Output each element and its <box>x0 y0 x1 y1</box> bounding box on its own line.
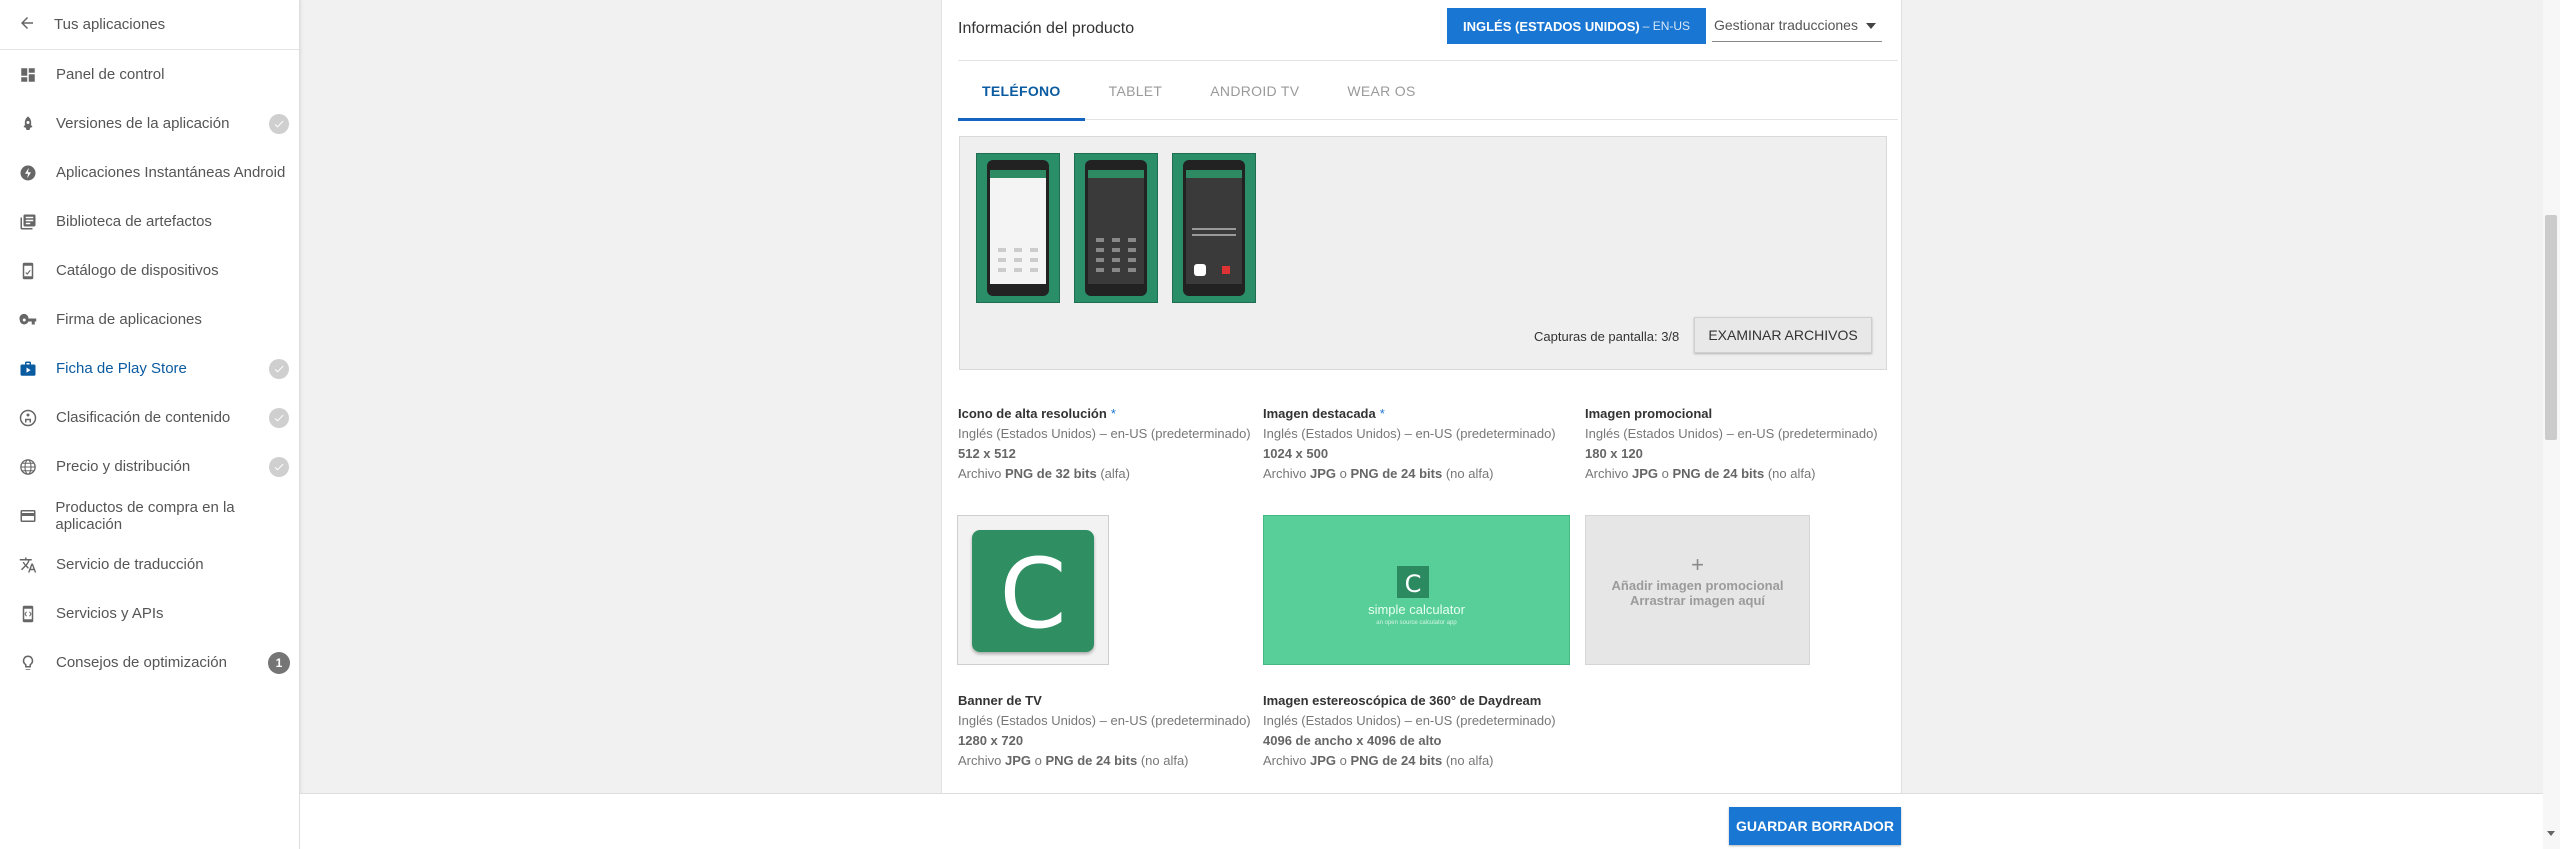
back-to-apps-link[interactable]: Tus aplicaciones <box>0 0 299 50</box>
sidebar-item-pricing-distribution[interactable]: Precio y distribución <box>0 442 299 491</box>
product-info-card: Información del producto INGLÉS (ESTADOS… <box>941 0 1902 793</box>
back-label: Tus aplicaciones <box>54 16 166 33</box>
screenshots-count: Capturas de pantalla: 3/8 <box>1534 329 1680 344</box>
promo-image-info: Imagen promocional Inglés (Estados Unido… <box>1585 406 1878 481</box>
rating-icon <box>16 406 40 430</box>
phone-frame <box>987 160 1049 296</box>
scroll-down-arrow-icon[interactable] <box>2547 831 2555 836</box>
app-icon: C <box>972 530 1094 652</box>
notification-badge: 1 <box>268 651 290 674</box>
key-icon <box>16 308 40 332</box>
sidebar-item-app-signing[interactable]: Firma de aplicaciones <box>0 295 299 344</box>
language-button[interactable]: INGLÉS (ESTADOS UNIDOS) – EN-US <box>1447 8 1707 44</box>
chevron-down-icon <box>1866 23 1876 29</box>
screenshot-thumbnail[interactable] <box>1172 153 1256 303</box>
sidebar-item-store-listing[interactable]: Ficha de Play Store <box>0 344 299 393</box>
phone-frame <box>1085 160 1147 296</box>
hires-icon-upload[interactable]: C <box>957 515 1109 665</box>
card-header: Información del producto INGLÉS (ESTADOS… <box>942 0 1901 58</box>
featured-image-info: Imagen destacada * Inglés (Estados Unidos… <box>1263 406 1556 481</box>
completed-check-icon <box>269 113 289 134</box>
phone-frame <box>1183 160 1245 296</box>
featured-app-tagline: an open source calculator app <box>1376 620 1457 626</box>
manage-translations-dropdown[interactable]: Gestionar traducciones <box>1712 8 1882 42</box>
sidebar-item-label: Panel de control <box>56 66 165 83</box>
sidebar-item-instant-apps[interactable]: Aplicaciones Instantáneas Android <box>0 148 299 197</box>
add-promo-label: Añadir imagen promocional <box>1611 578 1784 593</box>
sidebar-item-label: Productos de compra en la aplicación <box>55 498 235 533</box>
screenshot-thumbnail[interactable] <box>1074 153 1158 303</box>
browse-files-button[interactable]: EXAMINAR ARCHIVOS <box>1694 317 1872 353</box>
device-catalog-icon <box>16 259 40 283</box>
completed-check-icon <box>269 358 289 379</box>
sidebar-item-label: Clasificación de contenido <box>56 409 231 426</box>
scrollbar-thumb[interactable] <box>2545 215 2557 440</box>
sidebar-item-label: Servicio de traducción <box>56 556 204 573</box>
tab-phone[interactable]: TELÉFONO <box>958 61 1085 121</box>
sidebar-item-label: Precio y distribución <box>56 458 191 475</box>
sidebar-item-services-apis[interactable]: Servicios y APIs <box>0 589 299 638</box>
save-bar: GUARDAR BORRADOR <box>300 793 2560 849</box>
globe-icon <box>16 455 40 479</box>
screenshot-thumbnail[interactable] <box>976 153 1060 303</box>
api-icon <box>16 602 40 626</box>
store-icon <box>16 357 40 381</box>
save-draft-button[interactable]: GUARDAR BORRADOR <box>1729 807 1901 845</box>
sidebar-item-releases[interactable]: Versiones de la aplicación <box>0 99 299 148</box>
featured-app-name: simple calculator <box>1368 602 1465 617</box>
sidebar-item-dashboard[interactable]: Panel de control <box>0 50 299 99</box>
sidebar-item-label: Versiones de la aplicación <box>56 115 230 132</box>
hires-icon-info: Icono de alta resolución * Inglés (Estado… <box>958 406 1251 481</box>
sidebar-item-translation-service[interactable]: Servicio de traducción <box>0 540 299 589</box>
featured-image-upload[interactable]: C simple calculator an open source calcu… <box>1263 515 1570 665</box>
sidebar-item-label: Catálogo de dispositivos <box>56 262 219 279</box>
tab-android-tv[interactable]: ANDROID TV <box>1186 61 1323 120</box>
app-logo: C <box>1397 566 1429 598</box>
sidebar: Tus aplicaciones Panel de control Versio… <box>0 0 300 849</box>
page-title: Información del producto <box>958 20 1135 37</box>
translate-icon <box>16 553 40 577</box>
arrow-back-icon <box>18 14 36 36</box>
screenshots-dropzone[interactable]: Capturas de pantalla: 3/8 EXAMINAR ARCHI… <box>959 136 1887 370</box>
sidebar-item-label: Firma de aplicaciones <box>56 311 202 328</box>
tv-banner-info: Banner de TV Inglés (Estados Unidos) – e… <box>958 693 1251 768</box>
tab-wear-os[interactable]: WEAR OS <box>1323 61 1439 120</box>
rocket-icon <box>16 112 40 136</box>
sidebar-nav: Panel de control Versiones de la aplicac… <box>0 50 299 687</box>
promo-image-dropzone[interactable]: + Añadir imagen promocional Arrastrar im… <box>1585 515 1810 665</box>
sidebar-item-in-app-products[interactable]: Productos de compra en la aplicación <box>0 491 299 540</box>
svg-text:C: C <box>999 538 1066 650</box>
manage-translations-label: Gestionar traducciones <box>1714 16 1858 33</box>
sidebar-item-label: Servicios y APIs <box>56 605 164 622</box>
device-tabs: TELÉFONO TABLET ANDROID TV WEAR OS <box>958 60 1898 121</box>
language-label: INGLÉS (ESTADOS UNIDOS) <box>1463 18 1640 34</box>
completed-check-icon <box>269 407 289 428</box>
sidebar-item-label: Aplicaciones Instantáneas Android <box>56 164 286 181</box>
sidebar-item-artifact-library[interactable]: Biblioteca de artefactos <box>0 197 299 246</box>
language-code: – EN-US <box>1642 19 1691 33</box>
sidebar-item-label: Consejos de optimización <box>56 654 227 671</box>
add-icon: + <box>1691 552 1704 577</box>
daydream-image-info: Imagen estereoscópica de 360° de Daydrea… <box>1263 693 1556 768</box>
sidebar-item-label: Ficha de Play Store <box>56 360 187 377</box>
drag-image-label: Arrastrar imagen aquí <box>1629 593 1766 608</box>
lightbulb-icon <box>16 651 40 675</box>
svg-text:C: C <box>1405 570 1422 598</box>
tab-tablet[interactable]: TABLET <box>1085 61 1187 120</box>
app-icon-letter: C <box>999 538 1066 650</box>
card-icon <box>16 504 39 528</box>
page-scrollbar[interactable] <box>2543 0 2560 849</box>
sidebar-item-content-rating[interactable]: Clasificación de contenido <box>0 393 299 442</box>
library-icon <box>16 210 40 234</box>
bolt-icon <box>16 161 40 185</box>
dashboard-icon <box>16 63 40 87</box>
sidebar-item-optimization-tips[interactable]: Consejos de optimización 1 <box>0 638 299 687</box>
sidebar-item-label: Biblioteca de artefactos <box>56 213 212 230</box>
sidebar-item-device-catalog[interactable]: Catálogo de dispositivos <box>0 246 299 295</box>
completed-check-icon <box>269 456 289 477</box>
